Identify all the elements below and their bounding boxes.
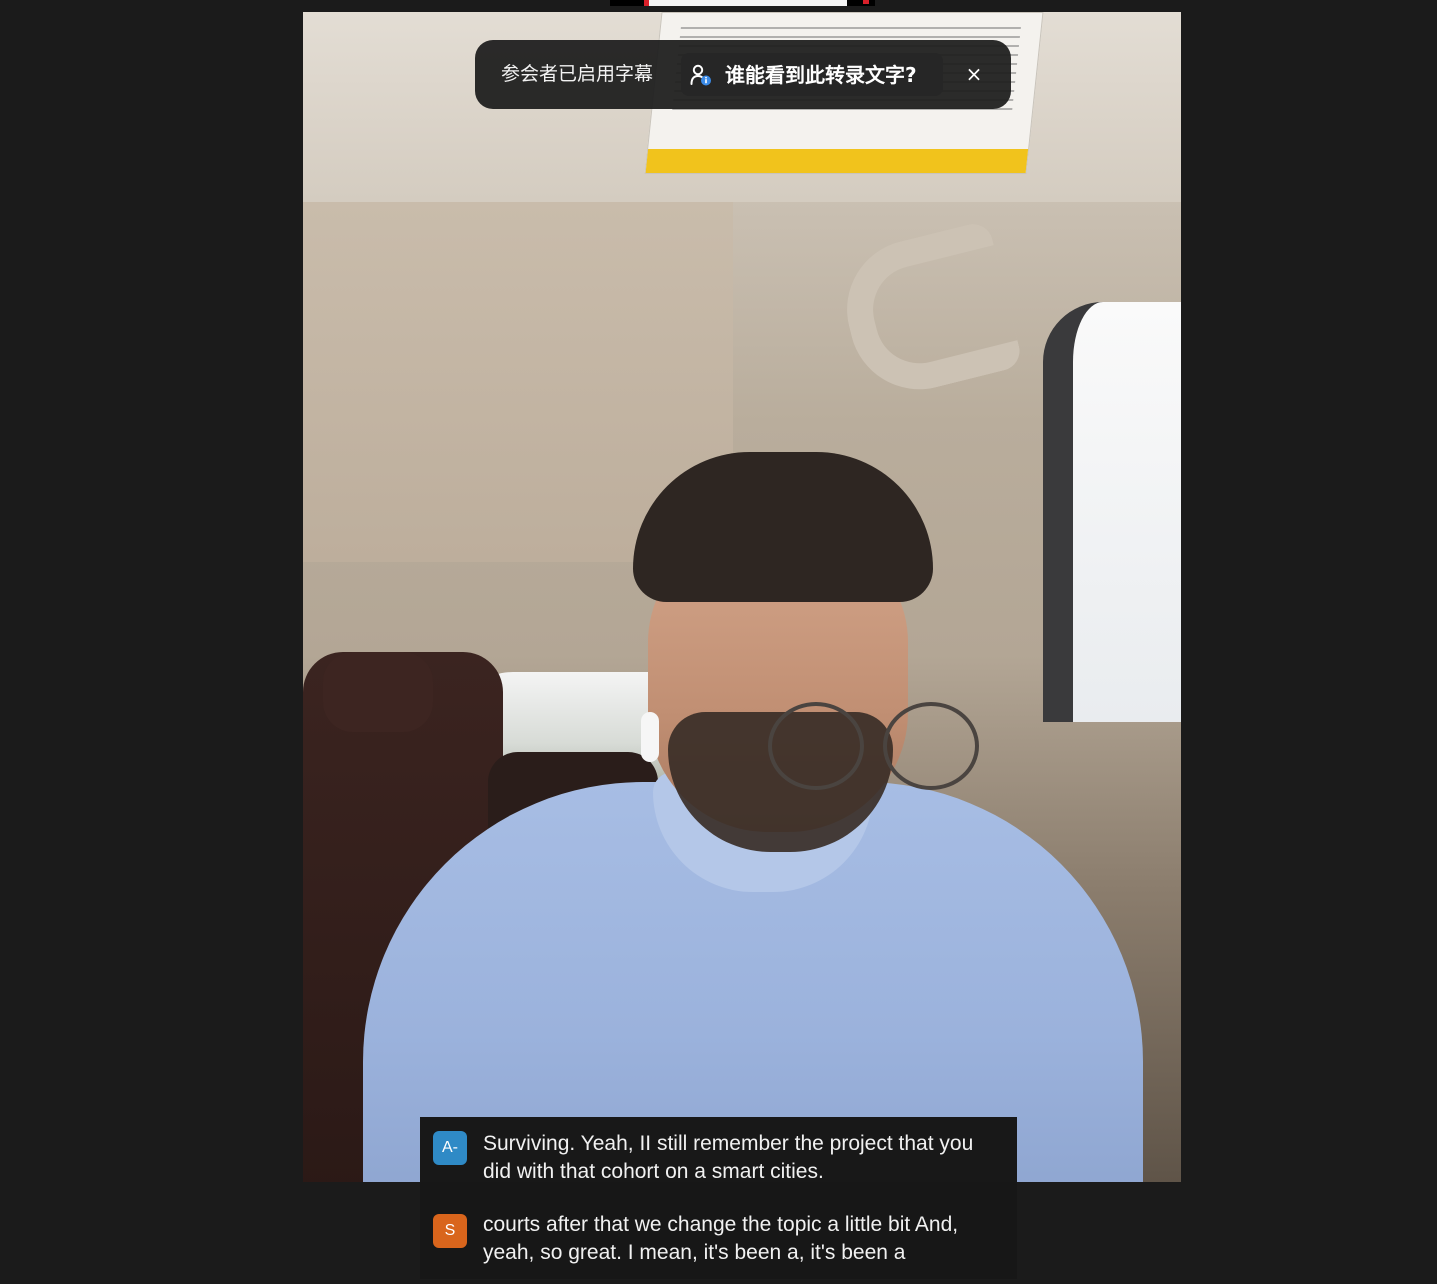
captions-enabled-notice: 参会者已启用字幕 谁能看到此转录文字? × — [475, 40, 1011, 109]
notice-text: 参会者已启用字幕 — [501, 63, 654, 85]
participant-video[interactable] — [303, 12, 1181, 1182]
shared-content-marker — [863, 0, 869, 4]
close-icon[interactable]: × — [962, 62, 986, 86]
caption-entry: A- Surviving. Yeah, II still remember th… — [420, 1117, 1017, 1185]
caption-text: courts after that we change the topic a … — [483, 1213, 959, 1264]
earbud — [641, 712, 659, 762]
meeting-stage: 参会者已启用字幕 谁能看到此转录文字? × A- Surviving. Yeah… — [0, 0, 1437, 1284]
grab-handle — [832, 219, 1024, 405]
caption-entry: S courts after that we change the topic … — [420, 1203, 1017, 1279]
who-can-see-label: 谁能看到此转录文字? — [725, 63, 917, 87]
speaker-avatar: A- — [433, 1131, 467, 1165]
shared-content-thumbnail — [644, 0, 847, 6]
participant-person — [363, 442, 1143, 1182]
caption-text: Surviving. Yeah, II still remember the p… — [483, 1132, 974, 1183]
live-captions-panel: A- Surviving. Yeah, II still remember th… — [420, 1117, 1017, 1279]
person-with-info-icon — [690, 64, 711, 86]
who-can-see-transcript-button[interactable]: 谁能看到此转录文字? — [681, 53, 943, 96]
shared-content-strip — [610, 0, 875, 6]
speaker-avatar: S — [433, 1214, 467, 1248]
glasses — [768, 702, 864, 790]
